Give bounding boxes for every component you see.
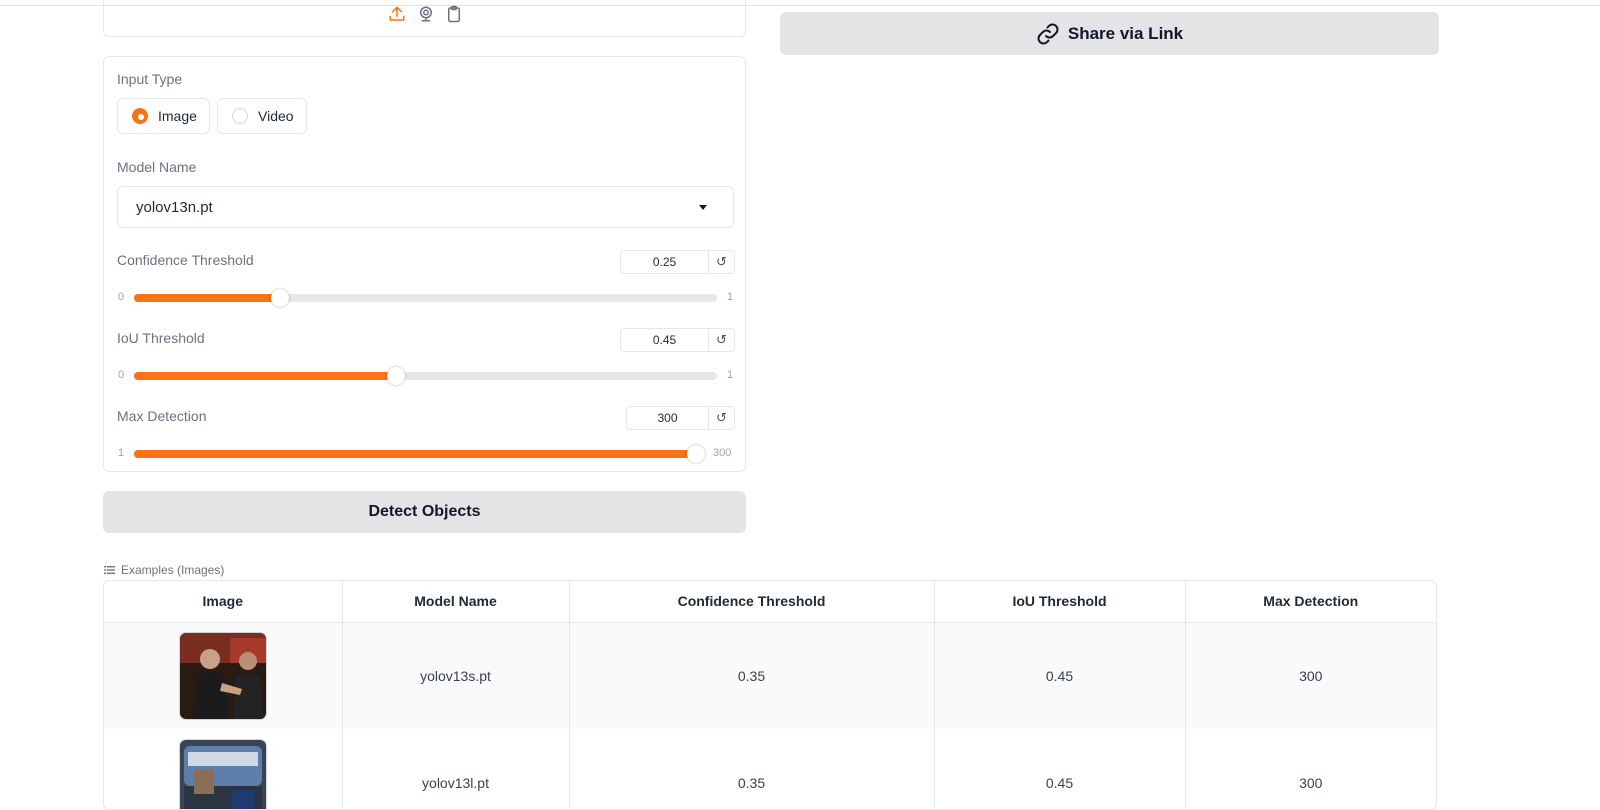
column-header-iou: IoU Threshold — [934, 581, 1185, 622]
radio-image-label: Image — [158, 108, 197, 124]
clipboard-icon[interactable] — [445, 5, 463, 23]
example-image-cell[interactable] — [104, 622, 342, 729]
max-detection-number-box: ↺ — [626, 406, 735, 430]
column-header-confidence: Confidence Threshold — [569, 581, 934, 622]
table-header-row: Image Model Name Confidence Threshold Io… — [104, 581, 1436, 622]
table-row[interactable]: yolov13s.pt 0.35 0.45 300 — [104, 622, 1436, 729]
max-detection-slider-fill — [134, 450, 696, 458]
iou-slider-fill — [134, 372, 396, 380]
model-name-cell[interactable]: yolov13s.pt — [342, 622, 569, 729]
example-thumbnail-1 — [179, 632, 267, 720]
column-header-max-detection: Max Detection — [1185, 581, 1436, 622]
max-detection-cell[interactable]: 300 — [1185, 729, 1436, 810]
example-image-cell[interactable] — [104, 729, 342, 810]
model-name-dropdown[interactable]: yolov13n.pt — [117, 186, 734, 228]
column-header-image: Image — [104, 581, 342, 622]
dropdown-caret-icon — [699, 205, 707, 210]
model-name-value: yolov13n.pt — [136, 199, 213, 216]
examples-label: Examples (Images) — [121, 563, 224, 577]
column-header-model-name: Model Name — [342, 581, 569, 622]
table-row[interactable]: yolov13l.pt 0.35 0.45 300 — [104, 729, 1436, 810]
example-thumbnail-2 — [179, 739, 267, 810]
radio-image[interactable]: Image — [117, 98, 210, 134]
confidence-slider[interactable] — [134, 294, 717, 302]
iou-input[interactable] — [621, 329, 708, 351]
radio-video[interactable]: Video — [217, 98, 307, 134]
confidence-reset-icon[interactable]: ↺ — [708, 251, 734, 273]
iou-label: IoU Threshold — [117, 330, 205, 346]
radio-indicator-checked[interactable] — [132, 108, 148, 124]
examples-header: Examples (Images) — [104, 563, 224, 577]
max-detection-min: 1 — [118, 447, 124, 459]
iou-max: 1 — [727, 369, 733, 381]
confidence-label: Confidence Threshold — [117, 252, 254, 268]
model-name-label: Model Name — [117, 159, 196, 175]
iou-cell[interactable]: 0.45 — [934, 729, 1185, 810]
iou-slider-thumb[interactable] — [387, 367, 405, 385]
confidence-number-box: ↺ — [620, 250, 735, 274]
model-name-cell[interactable]: yolov13l.pt — [342, 729, 569, 810]
max-detection-input[interactable] — [627, 407, 708, 429]
share-via-link-button[interactable]: Share via Link — [780, 12, 1439, 55]
list-icon — [104, 565, 115, 575]
confidence-min: 0 — [118, 291, 124, 303]
parameters-panel: Input Type Image Video Model Name yolov1… — [103, 56, 746, 472]
max-detection-slider[interactable] — [134, 450, 696, 458]
iou-reset-icon[interactable]: ↺ — [708, 329, 734, 351]
image-source-bar — [103, 0, 746, 37]
max-detection-max: 300 — [713, 447, 731, 459]
upload-icon[interactable] — [388, 5, 406, 23]
max-detection-label: Max Detection — [117, 408, 206, 424]
iou-min: 0 — [118, 369, 124, 381]
iou-slider[interactable] — [134, 372, 717, 380]
detect-objects-button[interactable]: Detect Objects — [103, 491, 746, 533]
examples-table: Image Model Name Confidence Threshold Io… — [103, 580, 1437, 810]
confidence-slider-fill — [134, 294, 280, 302]
webcam-icon[interactable] — [417, 5, 435, 23]
confidence-cell[interactable]: 0.35 — [569, 622, 934, 729]
confidence-slider-thumb[interactable] — [271, 289, 289, 307]
max-detection-slider-thumb[interactable] — [687, 445, 705, 463]
confidence-input[interactable] — [621, 251, 708, 273]
input-type-label: Input Type — [117, 71, 182, 87]
radio-indicator[interactable] — [232, 108, 248, 124]
iou-number-box: ↺ — [620, 328, 735, 352]
iou-cell[interactable]: 0.45 — [934, 622, 1185, 729]
max-detection-reset-icon[interactable]: ↺ — [708, 407, 734, 429]
link-icon — [1036, 22, 1060, 46]
max-detection-cell[interactable]: 300 — [1185, 622, 1436, 729]
share-button-label: Share via Link — [1068, 24, 1183, 44]
confidence-cell[interactable]: 0.35 — [569, 729, 934, 810]
confidence-max: 1 — [727, 291, 733, 303]
radio-video-label: Video — [258, 108, 294, 124]
